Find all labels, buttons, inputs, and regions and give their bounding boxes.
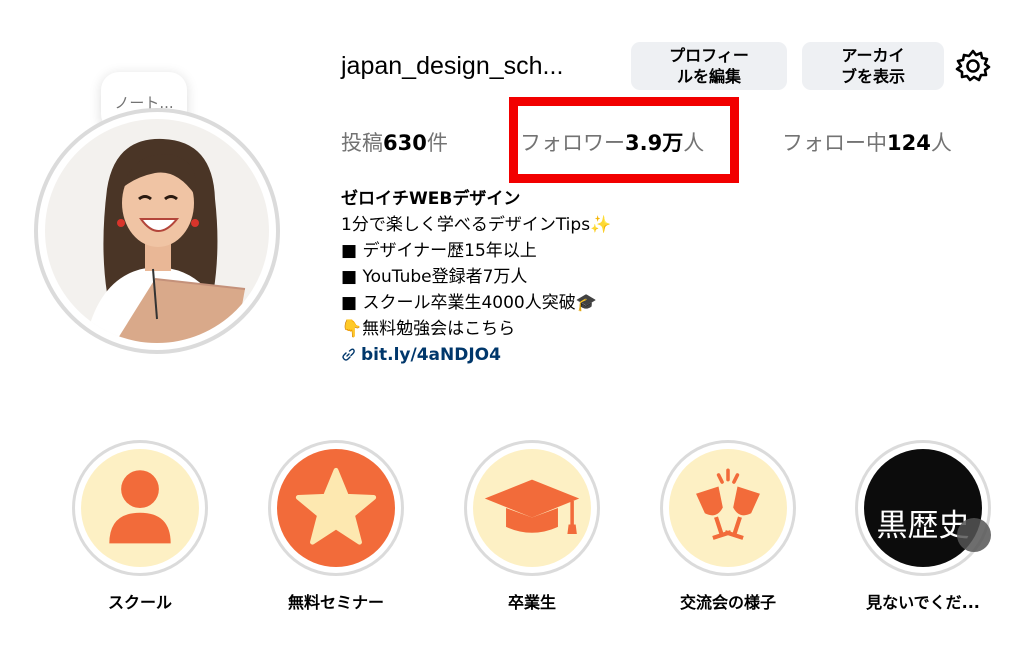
highlight-label: 交流会の様子	[679, 593, 776, 612]
highlight-label: 無料セミナー	[287, 593, 384, 612]
scroll-next-button[interactable]	[957, 518, 991, 552]
bio-line-5: 👇無料勉強会はこちら	[341, 319, 516, 339]
graduation-cap-icon	[473, 449, 591, 567]
highlight-graduates[interactable]: 卒業生	[462, 440, 602, 613]
followers-suffix: 人	[683, 131, 705, 155]
highlight-ring	[268, 440, 404, 576]
highlight-free-seminar[interactable]: 無料セミナー	[266, 440, 406, 613]
posts-suffix: 件	[426, 131, 448, 155]
gear-icon[interactable]	[955, 48, 991, 84]
highlight-ring	[660, 440, 796, 576]
archive-label-line1: アーカイ	[841, 46, 905, 65]
highlight-label: スクール	[107, 593, 172, 612]
star-icon	[277, 449, 395, 567]
bio-line-4: ■ スクール卒業生4000人突破🎓	[341, 293, 597, 313]
followers-value: 3.9万	[625, 131, 684, 155]
archive-label-line2: ブを表示	[840, 67, 905, 86]
highlight-school[interactable]: スクール	[70, 440, 210, 613]
edit-profile-label-line1: プロフィー	[669, 46, 749, 65]
edit-profile-button[interactable]: プロフィー ルを編集	[631, 42, 787, 90]
person-icon	[81, 449, 199, 567]
profile-avatar[interactable]	[34, 108, 280, 354]
highlight-label: 見ないでくだ...	[866, 593, 980, 612]
avatar-image	[45, 119, 269, 343]
bio-link-text: bit.ly/4aNDJO4	[361, 345, 501, 365]
posts-prefix: 投稿	[341, 131, 383, 155]
following-value: 124	[887, 131, 931, 155]
bio: ゼロイチWEBデザイン 1分で楽しく学べるデザインTips✨ ■ デザイナー歴1…	[341, 186, 611, 368]
following-prefix: フォロー中	[782, 131, 887, 155]
highlight-label: 卒業生	[507, 593, 556, 612]
highlight-ring	[464, 440, 600, 576]
following-suffix: 人	[930, 131, 952, 155]
posts-value: 630	[383, 131, 427, 155]
view-archive-button[interactable]: アーカイ ブを表示	[802, 42, 944, 90]
link-icon	[342, 348, 355, 361]
bio-line-3: ■ YouTube登録者7万人	[341, 267, 528, 287]
following-count[interactable]: フォロー中124人	[782, 127, 952, 157]
highlight-ring: 黒歴史	[855, 440, 991, 576]
highlight-meetup[interactable]: 交流会の様子	[658, 440, 798, 613]
followers-count[interactable]: フォロワー3.9万人	[520, 127, 704, 157]
bio-name: ゼロイチWEBデザイン	[341, 189, 521, 209]
bio-line-2: ■ デザイナー歴15年以上	[341, 241, 537, 261]
bio-link[interactable]: bit.ly/4aNDJO4	[341, 342, 611, 368]
posts-count: 投稿630件	[341, 127, 448, 157]
bio-line-1: 1分で楽しく学べるデザインTips✨	[341, 215, 612, 235]
followers-prefix: フォロワー	[520, 131, 625, 155]
cheers-glasses-icon	[669, 449, 787, 567]
highlight-ring	[72, 440, 208, 576]
edit-profile-label-line2: ルを編集	[676, 67, 741, 86]
username: japan_design_sch...	[341, 52, 564, 80]
